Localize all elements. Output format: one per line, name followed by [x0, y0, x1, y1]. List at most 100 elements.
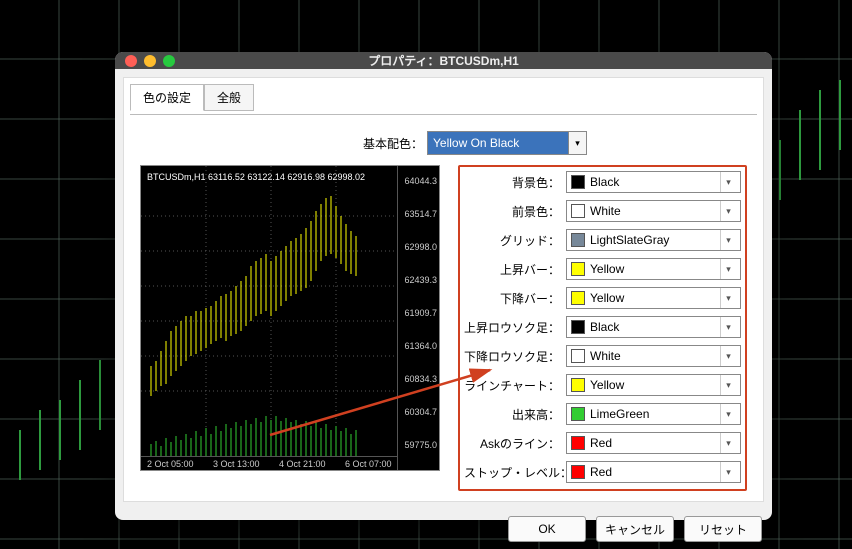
- panel-colors: 基本配色： Yellow On Black ▾ BTCUSDm,H1 63116…: [130, 114, 757, 497]
- color-row: 出来高： LimeGreen ▾: [464, 403, 741, 425]
- yaxis-tick: 64044.3: [404, 176, 437, 186]
- tab-colors[interactable]: 色の設定: [130, 84, 204, 111]
- color-name: Black: [590, 175, 715, 189]
- dialog-content: 色の設定 全般 基本配色： Yellow On Black ▾ BTCUSDm,…: [123, 77, 764, 502]
- preview-yaxis: 64044.3 63514.7 62998.0 62439.3 61909.7 61364…: [397, 166, 439, 470]
- color-row: 前景色： White ▾: [464, 200, 741, 222]
- color-swatch: [571, 407, 585, 421]
- color-swatch: [571, 436, 585, 450]
- color-swatch: [571, 175, 585, 189]
- chevron-down-icon: ▾: [720, 317, 736, 337]
- chevron-down-icon: ▾: [720, 404, 736, 424]
- color-swatch: [571, 262, 585, 276]
- color-select[interactable]: Red ▾: [566, 432, 741, 454]
- color-name: Red: [590, 436, 715, 450]
- color-label: 下降バー：: [464, 290, 560, 307]
- color-select[interactable]: Red ▾: [566, 461, 741, 483]
- preview-xaxis: 2 Oct 05:00 3 Oct 13:00 4 Oct 21:00 6 Oct 0…: [141, 456, 397, 470]
- chevron-down-icon: ▾: [720, 462, 736, 482]
- color-select[interactable]: White ▾: [566, 345, 741, 367]
- color-select[interactable]: Yellow ▾: [566, 374, 741, 396]
- yaxis-tick: 59775.0: [404, 440, 437, 450]
- color-name: White: [590, 204, 715, 218]
- ok-button[interactable]: OK: [508, 516, 586, 542]
- titlebar[interactable]: プロパティ：BTCUSDm,H1: [115, 52, 772, 69]
- window-title: プロパティ：BTCUSDm,H1: [125, 52, 762, 69]
- yaxis-tick: 61364.0: [404, 341, 437, 351]
- color-label: ストップ・レベル：: [464, 464, 560, 481]
- dialog-buttons: OK キャンセル リセット: [115, 510, 772, 548]
- tab-general[interactable]: 全般: [204, 84, 254, 111]
- color-row: 上昇バー： Yellow ▾: [464, 258, 741, 280]
- color-row: 下降バー： Yellow ▾: [464, 287, 741, 309]
- color-name: LimeGreen: [590, 407, 715, 421]
- color-select[interactable]: Black ▾: [566, 171, 741, 193]
- chevron-down-icon: ▾: [720, 288, 736, 308]
- close-icon[interactable]: [125, 55, 137, 67]
- chevron-down-icon: ▾: [720, 433, 736, 453]
- color-swatch: [571, 349, 585, 363]
- properties-dialog: プロパティ：BTCUSDm,H1 色の設定 全般 基本配色： Yellow On…: [115, 52, 772, 520]
- color-swatch: [571, 291, 585, 305]
- color-row: 下降ロウソク足：White▾: [464, 345, 741, 367]
- color-swatch: [571, 233, 585, 247]
- xaxis-tick: 3 Oct 13:00: [213, 459, 260, 469]
- yaxis-tick: 62439.3: [404, 275, 437, 285]
- color-name: Yellow: [590, 378, 715, 392]
- chevron-down-icon: ▾: [720, 201, 736, 221]
- tabs: 色の設定 全般: [130, 84, 757, 111]
- color-row: 上昇ロウソク足： Black ▾: [464, 316, 741, 338]
- chevron-down-icon: ▾: [720, 172, 736, 192]
- yaxis-tick: 63514.7: [404, 209, 437, 219]
- color-name: Red: [590, 465, 715, 479]
- scheme-select[interactable]: Yellow On Black ▾: [427, 131, 587, 155]
- yaxis-tick: 62998.0: [404, 242, 437, 252]
- color-label: 上昇バー：: [464, 261, 560, 278]
- yaxis-tick: 60304.7: [404, 407, 437, 417]
- color-name: Yellow: [590, 291, 715, 305]
- color-row: ストップ・レベル： Red ▾: [464, 461, 741, 483]
- chart-preview: BTCUSDm,H1 63116.52 63122.14 62916.98 62…: [140, 165, 440, 471]
- xaxis-tick: 4 Oct 21:00: [279, 459, 326, 469]
- scheme-value: Yellow On Black: [433, 136, 519, 150]
- color-select[interactable]: Black ▾: [566, 316, 741, 338]
- scheme-row: 基本配色： Yellow On Black ▾: [140, 131, 747, 155]
- color-label: 上昇ロウソク足：: [464, 319, 560, 336]
- color-select[interactable]: LimeGreen ▾: [566, 403, 741, 425]
- scheme-label: 基本配色：: [363, 135, 423, 152]
- color-select[interactable]: White ▾: [566, 200, 741, 222]
- reset-button[interactable]: リセット: [684, 516, 762, 542]
- color-label: 前景色：: [464, 203, 560, 220]
- color-row: 背景色： Black ▾: [464, 171, 741, 193]
- yaxis-tick: 60834.3: [404, 374, 437, 384]
- color-row: ラインチャート： Yellow ▾: [464, 374, 741, 396]
- color-swatch: [571, 320, 585, 334]
- color-name: Yellow: [590, 262, 715, 276]
- color-name: Black: [590, 320, 715, 334]
- color-swatch: [571, 465, 585, 479]
- color-label: 背景色：: [464, 174, 560, 191]
- color-label: 出来高：: [464, 406, 560, 423]
- color-row: Askのライン：Red▾: [464, 432, 741, 454]
- maximize-icon[interactable]: [163, 55, 175, 67]
- minimize-icon[interactable]: [144, 55, 156, 67]
- xaxis-tick: 6 Oct 07:00: [345, 459, 392, 469]
- chevron-down-icon: ▾: [720, 346, 736, 366]
- color-row: グリッド： LightSlateGray ▾: [464, 229, 741, 251]
- color-select[interactable]: Yellow ▾: [566, 258, 741, 280]
- chevron-down-icon: ▾: [720, 230, 736, 250]
- color-label: グリッド：: [464, 232, 560, 249]
- chevron-down-icon: ▾: [720, 259, 736, 279]
- color-list: 背景色： Black ▾ 前景色： White ▾ グリッド： LightSlateGray ▾…: [458, 165, 747, 491]
- chevron-down-icon: ▾: [720, 375, 736, 395]
- xaxis-tick: 2 Oct 05:00: [147, 459, 194, 469]
- cancel-button[interactable]: キャンセル: [596, 516, 674, 542]
- yaxis-tick: 61909.7: [404, 308, 437, 318]
- color-select[interactable]: LightSlateGray ▾: [566, 229, 741, 251]
- color-label: ラインチャート：: [464, 377, 560, 394]
- color-name: White: [590, 349, 715, 363]
- color-name: LightSlateGray: [590, 233, 715, 247]
- color-select[interactable]: Yellow ▾: [566, 287, 741, 309]
- color-swatch: [571, 204, 585, 218]
- preview-candles: [141, 166, 399, 458]
